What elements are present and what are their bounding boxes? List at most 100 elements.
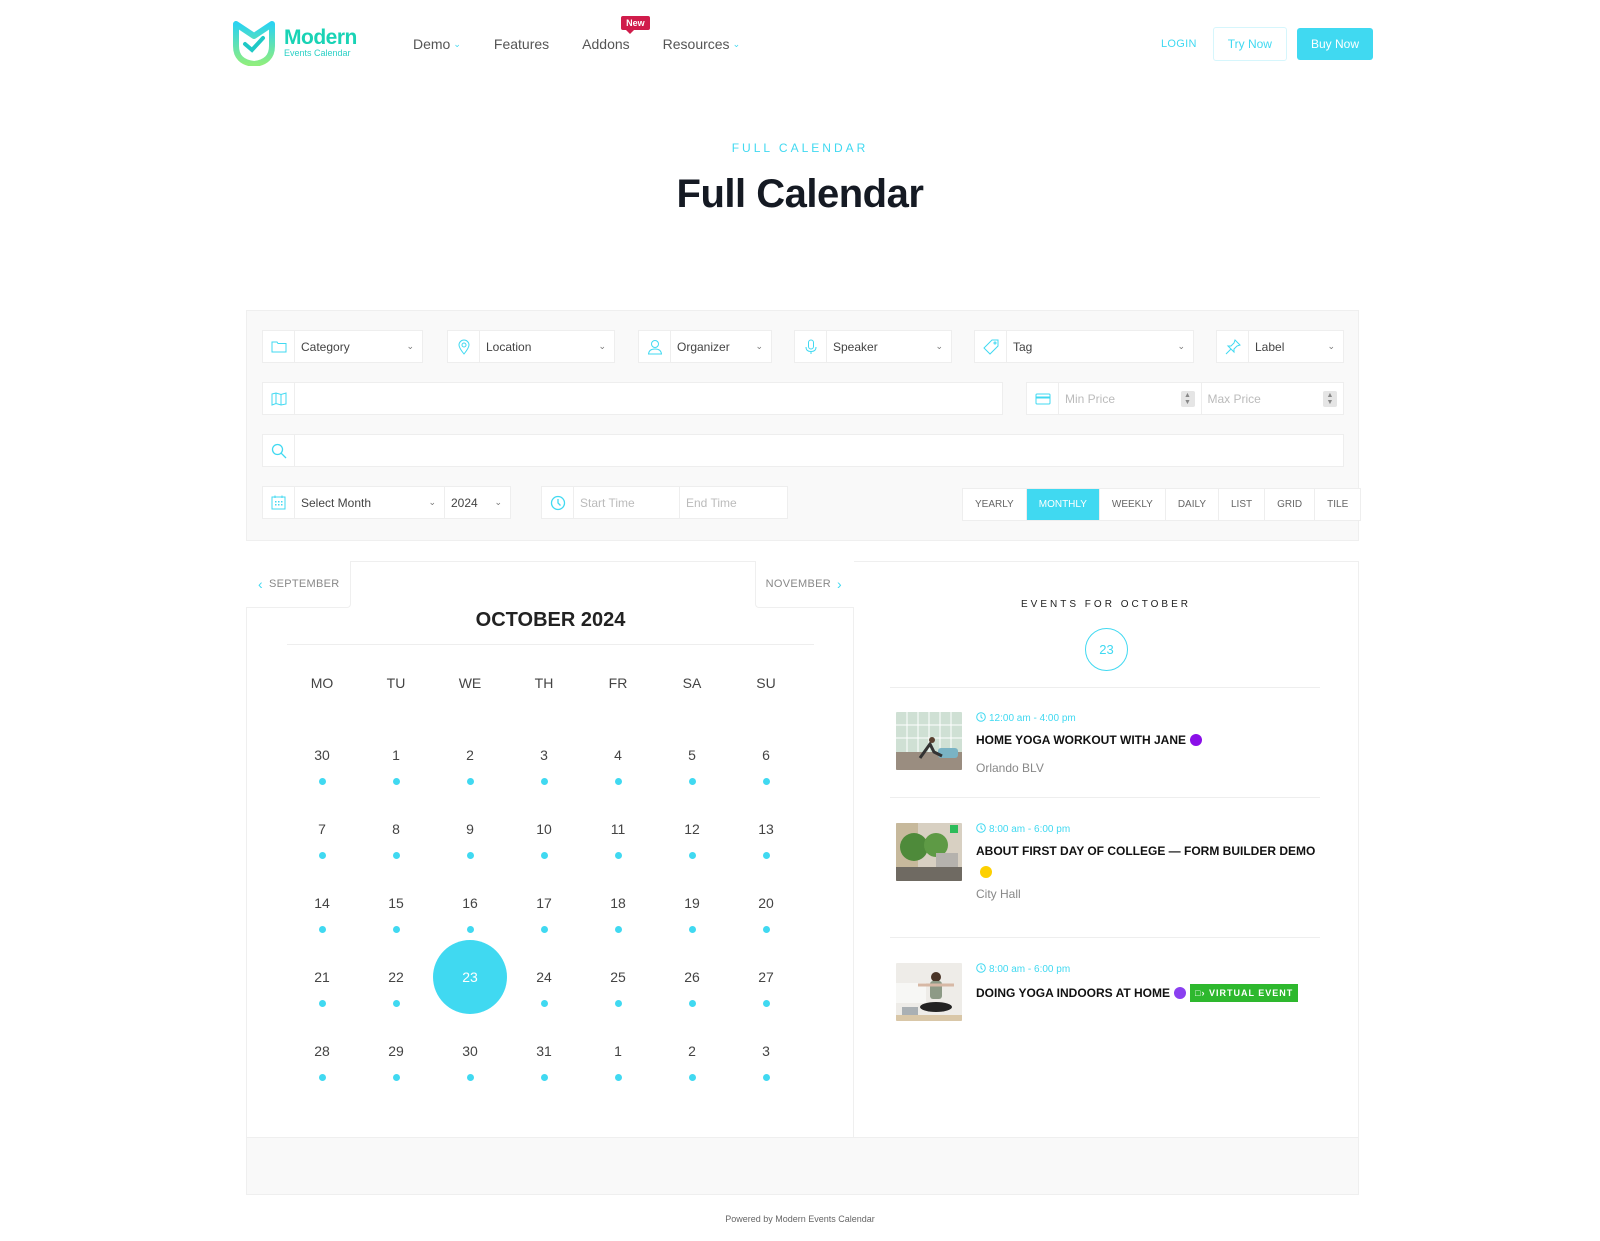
max-price-input[interactable]: Max Price ▲ ▼ — [1202, 383, 1344, 414]
calendar-day[interactable]: 19 — [655, 866, 729, 940]
calendar-day[interactable]: 9 — [433, 792, 507, 866]
new-badge: New — [621, 16, 650, 34]
calendar-day[interactable]: 30 — [285, 718, 359, 792]
search-field[interactable] — [262, 434, 1344, 467]
next-month-button[interactable]: NOVEMBER › — [754, 561, 854, 608]
calendar-day[interactable]: 20 — [729, 866, 803, 940]
day-number: 24 — [536, 969, 552, 985]
address-field[interactable] — [262, 382, 1003, 415]
organizer-select[interactable]: Organizer ⌄ — [638, 330, 772, 363]
event-thumbnail[interactable] — [896, 963, 962, 1021]
weekday-label: TU — [386, 675, 406, 691]
view-tab-daily[interactable]: DAILY — [1166, 489, 1219, 520]
calendar-day[interactable]: 14 — [285, 866, 359, 940]
event-title[interactable]: HOME YOGA WORKOUT WITH JANE — [976, 733, 1186, 747]
login-link[interactable]: LOGIN — [1161, 38, 1197, 50]
weekday-label: SA — [682, 675, 702, 691]
event-indicator-dot — [318, 1074, 326, 1081]
calendar-day[interactable]: 22 — [359, 940, 433, 1014]
calendar-day[interactable]: 15 — [359, 866, 433, 940]
max-price-stepper[interactable]: ▲ ▼ — [1323, 390, 1337, 407]
next-month-label: NOVEMBER — [765, 578, 832, 590]
credit-card-icon — [1027, 383, 1059, 414]
calendar-day[interactable]: 13 — [729, 792, 803, 866]
chevron-down-icon: ⌄ — [406, 341, 414, 351]
event-thumbnail[interactable] — [896, 712, 962, 770]
event-title[interactable]: ABOUT FIRST DAY OF COLLEGE — FORM BUILDE… — [976, 844, 1315, 858]
view-tab-weekly[interactable]: WEEKLY — [1100, 489, 1166, 520]
calendar-day[interactable]: 2 — [433, 718, 507, 792]
month-title: OCTOBER 2024 — [475, 609, 626, 631]
tag-select[interactable]: Tag ⌄ — [974, 330, 1194, 363]
calendar-day[interactable]: 12 — [655, 792, 729, 866]
site-header: Modern Events Calendar Demo ⌄ Features Ad… — [0, 0, 1600, 86]
view-tab-tile[interactable]: TILE — [1315, 489, 1360, 520]
calendar-day[interactable]: 5 — [655, 718, 729, 792]
calendar-footer — [247, 1137, 1358, 1194]
organizer-value: Organizer — [677, 339, 730, 354]
calendar-day[interactable]: 18 — [581, 866, 655, 940]
calendar-day[interactable]: 7 — [285, 792, 359, 866]
event-time: 12:00 am - 4:00 pm — [989, 713, 1076, 724]
nav-demo[interactable]: Demo ⌄ — [413, 36, 461, 52]
calendar-day[interactable]: 29 — [359, 1014, 433, 1088]
min-price-input[interactable]: Min Price ▲ ▼ — [1059, 383, 1202, 414]
chevron-down-icon: ⌄ — [1327, 341, 1335, 351]
day-number: 21 — [314, 969, 330, 985]
logo[interactable]: Modern Events Calendar — [230, 18, 357, 66]
view-tab-yearly[interactable]: YEARLY — [963, 489, 1027, 520]
year-select[interactable]: 2024 ⌄ — [445, 487, 510, 518]
day-number: 16 — [462, 895, 478, 911]
event-title[interactable]: DOING YOGA INDOORS AT HOME — [976, 986, 1170, 1000]
calendar-day[interactable]: 26 — [655, 940, 729, 1014]
label-select[interactable]: Label ⌄ — [1216, 330, 1344, 363]
view-tab-list[interactable]: LIST — [1219, 489, 1266, 520]
calendar-day[interactable]: 1 — [581, 1014, 655, 1088]
calendar-day-selected[interactable]: 23 — [433, 940, 507, 1014]
calendar-day[interactable]: 28 — [285, 1014, 359, 1088]
speaker-select[interactable]: Speaker ⌄ — [794, 330, 952, 363]
event-indicator-dot — [318, 852, 326, 859]
nav-resources[interactable]: Resources ⌄ — [663, 36, 740, 52]
start-time-input[interactable]: Start Time — [574, 487, 680, 518]
day-number: 1 — [392, 747, 400, 763]
month-select[interactable]: Select Month ⌄ — [295, 487, 445, 518]
nav-addons[interactable]: Addons New — [582, 16, 650, 52]
calendar-day[interactable]: 30 — [433, 1014, 507, 1088]
calendar-day[interactable]: 2 — [655, 1014, 729, 1088]
calendar-day[interactable]: 11 — [581, 792, 655, 866]
calendar-day[interactable]: 17 — [507, 866, 581, 940]
view-tab-grid[interactable]: GRID — [1265, 489, 1316, 520]
min-price-stepper[interactable]: ▲ ▼ — [1180, 390, 1195, 407]
user-icon — [639, 331, 671, 362]
calendar-day[interactable]: 3 — [729, 1014, 803, 1088]
nav-features[interactable]: Features — [494, 36, 549, 52]
prev-month-button[interactable]: ‹ SEPTEMBER — [246, 561, 351, 608]
calendar-day[interactable]: 10 — [507, 792, 581, 866]
view-tab-monthly[interactable]: MONTHLY — [1026, 489, 1100, 520]
calendar-day[interactable]: 1 — [359, 718, 433, 792]
pin-icon — [1217, 331, 1249, 362]
divider — [890, 937, 1320, 938]
day-number: 3 — [540, 747, 548, 763]
try-now-button[interactable]: Try Now — [1212, 27, 1287, 61]
event-thumbnail[interactable] — [896, 823, 962, 881]
nav-demo-label: Demo — [413, 36, 451, 52]
video-icon: □› — [1195, 988, 1209, 998]
event-indicator-dot — [614, 852, 622, 859]
calendar-day[interactable]: 25 — [581, 940, 655, 1014]
event-indicator-dot — [688, 926, 696, 933]
calendar-day[interactable]: 3 — [507, 718, 581, 792]
calendar-day[interactable]: 27 — [729, 940, 803, 1014]
calendar-day[interactable]: 21 — [285, 940, 359, 1014]
calendar-day[interactable]: 31 — [507, 1014, 581, 1088]
calendar-day[interactable]: 6 — [729, 718, 803, 792]
calendar-day[interactable]: 16 — [433, 866, 507, 940]
location-select[interactable]: Location ⌄ — [447, 330, 615, 363]
calendar-day[interactable]: 24 — [507, 940, 581, 1014]
category-select[interactable]: Category ⌄ — [262, 330, 423, 363]
calendar-day[interactable]: 8 — [359, 792, 433, 866]
end-time-input[interactable]: End Time — [680, 487, 787, 518]
calendar-day[interactable]: 4 — [581, 718, 655, 792]
buy-now-button[interactable]: Buy Now — [1296, 28, 1373, 60]
